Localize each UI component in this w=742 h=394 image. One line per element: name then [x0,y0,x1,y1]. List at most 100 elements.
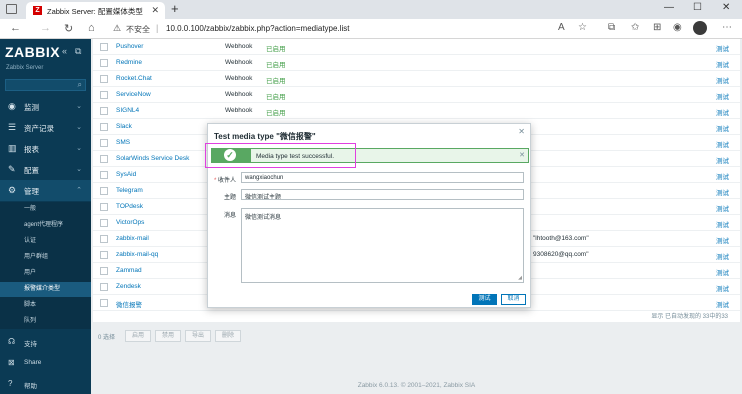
row-checkbox[interactable] [100,171,108,179]
favorites-bar-icon[interactable]: ✩ [631,22,639,33]
status-link[interactable]: 已启用 [266,59,286,69]
row-checkbox[interactable] [100,155,108,163]
test-link[interactable]: 测试 [716,299,729,309]
row-checkbox[interactable] [100,59,108,67]
browser-tab[interactable]: Z Zabbix Server: 配置媒体类型 ✕ [26,2,165,19]
menu-item-support[interactable]: ☊ 支持 [0,332,91,352]
test-link[interactable]: 测试 [716,91,729,101]
test-link[interactable]: 测试 [716,75,729,85]
media-type-name-link[interactable]: Telegram [116,187,143,194]
media-type-name-link[interactable]: 微信报警 [116,299,142,309]
row-checkbox[interactable] [100,187,108,195]
menu-item-monitoring[interactable]: ◉ 监测 ⌄ [0,96,91,117]
minimize-icon[interactable]: — [664,2,674,13]
read-aloud-icon[interactable]: A [558,22,565,33]
back-icon[interactable]: ← [10,22,21,34]
test-link[interactable]: 测试 [716,187,729,197]
media-type-name-link[interactable]: ServiceNow [116,91,151,98]
row-checkbox[interactable] [100,123,108,131]
menu-item-share[interactable]: ⊠ Share [0,353,91,373]
media-type-name-link[interactable]: SIGNL4 [116,107,139,114]
menu-item-inventory[interactable]: ☰ 资产记录 ⌄ [0,117,91,138]
forward-icon[interactable]: → [40,22,51,34]
status-link[interactable]: 已启用 [266,75,286,85]
status-link[interactable]: 已启用 [266,91,286,101]
media-type-name-link[interactable]: SolarWinds Service Desk [116,155,189,162]
submenu-item-queue[interactable]: 队列 [0,314,91,329]
media-type-name-link[interactable]: Zammad [116,267,142,274]
resize-handle-icon[interactable]: ◢ [518,275,522,281]
row-checkbox[interactable] [100,43,108,51]
row-checkbox[interactable] [100,107,108,115]
test-link[interactable]: 测试 [716,203,729,213]
media-type-name-link[interactable]: SysAid [116,171,136,178]
menu-item-administration[interactable]: ⚙ 管理 ⌃ [0,180,91,201]
sidebar-search-input[interactable]: ⌕ [5,79,86,91]
url-field[interactable]: ⚠ 不安全 | 10.0.0.100/zabbix/zabbix.php?act… [106,22,590,36]
collections-icon[interactable]: ⊞ [653,22,661,33]
row-checkbox[interactable] [100,75,108,83]
row-checkbox[interactable] [100,235,108,243]
send-to-field[interactable]: wangxiaochun [241,172,524,183]
row-checkbox[interactable] [100,203,108,211]
submenu-item-user-groups[interactable]: 用户群组 [0,250,91,265]
window-icon[interactable] [6,4,17,14]
test-link[interactable]: 测试 [716,267,729,277]
row-checkbox[interactable] [100,219,108,227]
maximize-icon[interactable]: ☐ [693,2,702,13]
submenu-item-scripts[interactable]: 脚本 [0,298,91,313]
submenu-item-media-types[interactable]: 报警媒介类型 [0,282,91,297]
collapse-sidebar-icon[interactable]: « [62,46,67,56]
media-type-name-link[interactable]: Rocket.Chat [116,75,152,82]
message-close-icon[interactable]: ✕ [519,151,525,159]
delete-button[interactable]: 删除 [215,330,242,342]
test-link[interactable]: 测试 [716,155,729,165]
submenu-item-proxies[interactable]: agent代理程序 [0,218,91,233]
status-link[interactable]: 已启用 [266,43,286,53]
media-type-name-link[interactable]: SMS [116,139,130,146]
new-tab-icon[interactable]: + [171,1,179,16]
home-icon[interactable]: ⌂ [88,22,95,34]
close-window-icon[interactable]: ✕ [722,2,730,13]
media-type-name-link[interactable]: zabbix-mail [116,235,149,242]
row-checkbox[interactable] [100,267,108,275]
cancel-button[interactable]: 取消 [501,294,526,305]
media-type-name-link[interactable]: zabbix-mail-qq [116,251,158,258]
subject-field[interactable]: 微信测试主题 [241,189,524,200]
submenu-item-authentication[interactable]: 认证 [0,234,91,249]
extensions-icon[interactable]: ⧉ [608,22,615,33]
test-link[interactable]: 测试 [716,43,729,53]
close-icon[interactable]: ✕ [518,127,525,136]
submenu-item-users[interactable]: 用户 [0,266,91,281]
media-type-name-link[interactable]: TOPdesk [116,203,143,210]
test-link[interactable]: 测试 [716,123,729,133]
profile-sync-icon[interactable]: ◉ [673,22,682,33]
media-type-name-link[interactable]: Pushover [116,43,143,50]
disable-button[interactable]: 禁用 [155,330,182,342]
reload-icon[interactable]: ↻ [64,22,73,35]
media-type-name-link[interactable]: VictorOps [116,219,144,226]
test-link[interactable]: 测试 [716,251,729,261]
test-link[interactable]: 测试 [716,139,729,149]
test-link[interactable]: 测试 [716,107,729,117]
submenu-item-general[interactable]: 一般 [0,202,91,217]
test-link[interactable]: 测试 [716,171,729,181]
favorite-icon[interactable]: ☆ [578,22,587,33]
row-checkbox[interactable] [100,299,108,307]
test-link[interactable]: 测试 [716,283,729,293]
menu-item-reports[interactable]: ▥ 报表 ⌄ [0,138,91,159]
test-link[interactable]: 测试 [716,59,729,69]
row-checkbox[interactable] [100,283,108,291]
export-button[interactable]: 导出 [185,330,212,342]
test-button[interactable]: 测试 [472,294,497,305]
row-checkbox[interactable] [100,139,108,147]
media-type-name-link[interactable]: Slack [116,123,132,130]
tab-close-icon[interactable]: ✕ [151,5,159,16]
more-icon[interactable]: ⋯ [722,22,732,33]
menu-item-configuration[interactable]: ✎ 配置 ⌄ [0,159,91,180]
row-checkbox[interactable] [100,91,108,99]
status-link[interactable]: 已启用 [266,107,286,117]
media-type-name-link[interactable]: Zendesk [116,283,141,290]
menu-item-help[interactable]: ? 帮助 [0,374,91,394]
message-textarea[interactable]: 微信测试消息 ◢ [241,208,524,283]
